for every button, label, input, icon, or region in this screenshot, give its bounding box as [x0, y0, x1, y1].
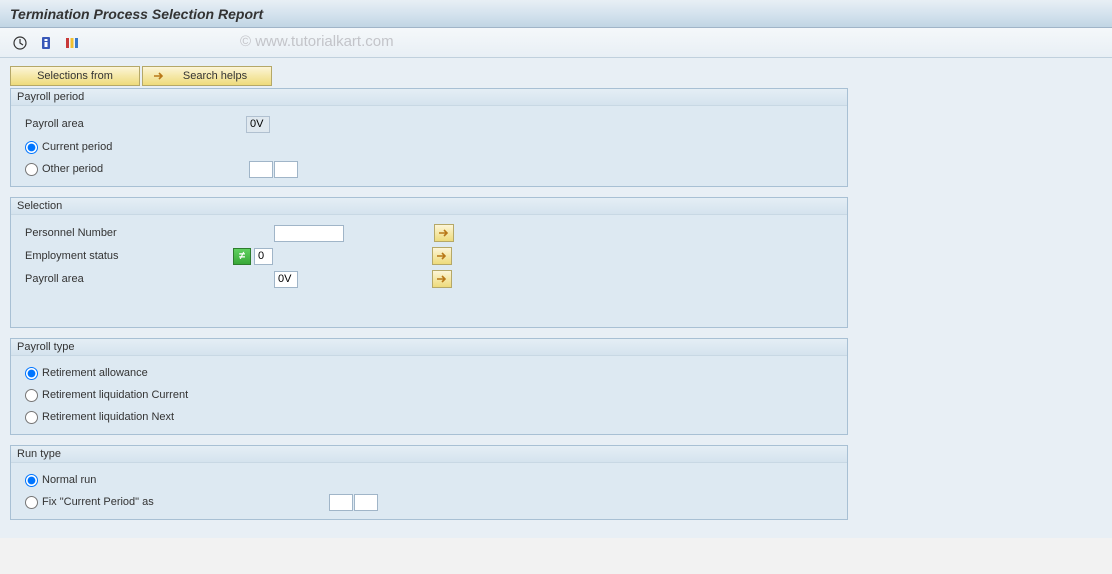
retirement-allowance-radio[interactable]	[25, 367, 38, 380]
other-period-input-1[interactable]	[249, 161, 273, 178]
payroll-area-label: Payroll area	[21, 118, 246, 130]
variant-icon[interactable]	[62, 33, 82, 53]
payroll-period-title: Payroll period	[11, 89, 847, 106]
not-equal-icon[interactable]: ≠	[233, 248, 251, 265]
fix-current-period-radio[interactable]	[25, 496, 38, 509]
payroll-area-selection-label: Payroll area	[21, 273, 274, 285]
current-period-label: Current period	[42, 141, 112, 153]
retirement-liquidation-current-radio[interactable]	[25, 389, 38, 402]
retirement-liquidation-next-row: Retirement liquidation Next	[21, 406, 837, 428]
fix-current-period-row: Fix "Current Period" as	[21, 491, 837, 513]
other-period-row: Other period	[21, 158, 837, 180]
employment-status-label: Employment status	[21, 250, 233, 262]
personnel-number-row: Personnel Number	[21, 222, 837, 244]
personnel-number-input[interactable]	[274, 225, 344, 242]
normal-run-row: Normal run	[21, 469, 837, 491]
toolbar: © www.tutorialkart.com	[0, 28, 1112, 58]
other-period-radio[interactable]	[25, 163, 38, 176]
info-icon[interactable]	[36, 33, 56, 53]
personnel-number-more-button[interactable]	[434, 224, 454, 242]
watermark: © www.tutorialkart.com	[240, 33, 394, 50]
retirement-allowance-row: Retirement allowance	[21, 362, 837, 384]
execute-icon[interactable]	[10, 33, 30, 53]
fix-period-input-1[interactable]	[329, 494, 353, 511]
search-helps-button[interactable]: Search helps	[142, 66, 272, 86]
current-period-row: Current period	[21, 136, 837, 158]
normal-run-label: Normal run	[42, 474, 96, 486]
retirement-liquidation-next-label: Retirement liquidation Next	[42, 411, 174, 423]
search-helps-label: Search helps	[183, 70, 247, 82]
run-type-title: Run type	[11, 446, 847, 463]
selection-group: Selection Personnel Number Employment st…	[10, 197, 848, 328]
other-period-input-2[interactable]	[274, 161, 298, 178]
payroll-area-selection-input[interactable]	[274, 271, 298, 288]
arrow-right-icon	[153, 71, 165, 81]
retirement-liquidation-next-radio[interactable]	[25, 411, 38, 424]
selection-title: Selection	[11, 198, 847, 215]
payroll-area-selection-row: Payroll area	[21, 268, 837, 290]
page-title: Termination Process Selection Report	[10, 6, 263, 22]
payroll-area-field[interactable]	[246, 116, 270, 133]
normal-run-radio[interactable]	[25, 474, 38, 487]
selections-from-button[interactable]: Selections from	[10, 66, 140, 86]
payroll-period-group: Payroll period Payroll area Current peri…	[10, 88, 848, 187]
fix-period-input-2[interactable]	[354, 494, 378, 511]
content-area: Selections from Search helps Payroll per…	[0, 58, 1112, 538]
employment-status-input[interactable]	[254, 248, 273, 265]
run-type-group: Run type Normal run Fix "Current Period"…	[10, 445, 848, 520]
retirement-allowance-label: Retirement allowance	[42, 367, 148, 379]
title-bar: Termination Process Selection Report	[0, 0, 1112, 28]
current-period-radio[interactable]	[25, 141, 38, 154]
action-button-row: Selections from Search helps	[10, 66, 1102, 86]
payroll-type-group: Payroll type Retirement allowance Retire…	[10, 338, 848, 435]
retirement-liquidation-current-label: Retirement liquidation Current	[42, 389, 188, 401]
payroll-area-row: Payroll area	[21, 113, 837, 135]
other-period-label: Other period	[42, 163, 237, 175]
employment-status-more-button[interactable]	[432, 247, 452, 265]
employment-status-row: Employment status ≠	[21, 245, 837, 267]
retirement-liquidation-current-row: Retirement liquidation Current	[21, 384, 837, 406]
payroll-type-title: Payroll type	[11, 339, 847, 356]
fix-current-period-label: Fix "Current Period" as	[42, 496, 317, 508]
personnel-number-label: Personnel Number	[21, 227, 274, 239]
payroll-area-more-button[interactable]	[432, 270, 452, 288]
